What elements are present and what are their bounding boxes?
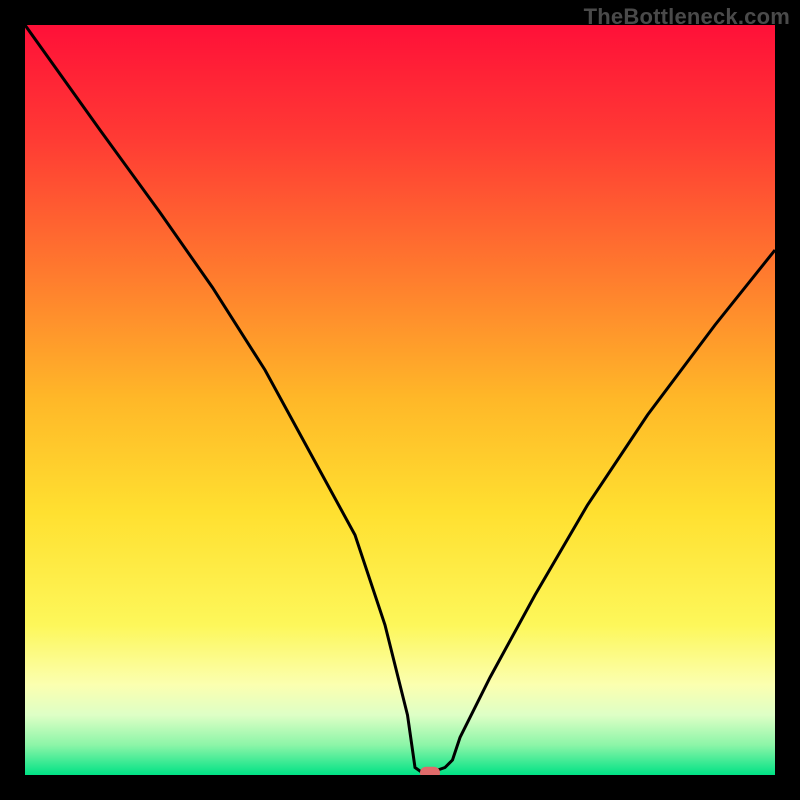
plot-area [25, 25, 775, 775]
chart-frame: TheBottleneck.com [0, 0, 800, 800]
optimal-marker [420, 767, 440, 775]
chart-background [25, 25, 775, 775]
chart-svg [25, 25, 775, 775]
